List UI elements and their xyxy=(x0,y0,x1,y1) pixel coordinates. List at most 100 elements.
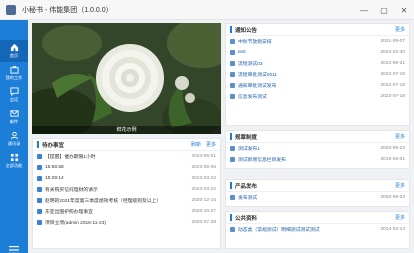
list-item-text: 【提醒】催办期限1小时 xyxy=(45,155,96,160)
list-item-text: 流程审批测试0011 xyxy=(238,73,278,78)
list-item[interactable]: 15:29:14 2023-03-22 xyxy=(33,173,220,184)
contacts-icon xyxy=(10,131,18,140)
list-item-date: 2023-03-22 xyxy=(191,187,216,192)
list-item[interactable]: 东亚出国护照办理事宜 2020-10-27 xyxy=(33,206,220,217)
notices-more-link[interactable]: 更多 xyxy=(395,26,405,33)
close-button[interactable]: ✕ xyxy=(394,0,414,20)
list-item-text: 信息发布测试 xyxy=(238,95,267,100)
todo-title: 待办事宜 xyxy=(42,142,65,149)
list-item-date: 2023-03-22 xyxy=(191,176,216,181)
sidebar-item-my-work[interactable]: 我的工作 xyxy=(0,62,28,84)
list-item[interactable]: 【提醒】催办期限1小时 2023-06-01 xyxy=(33,151,220,162)
maximize-button[interactable]: ▢ xyxy=(374,0,394,20)
list-item[interactable]: 流程审批测试0011 2022-07-19 xyxy=(226,69,409,80)
list-item-date: 2022-09-21 xyxy=(380,61,405,66)
todo-more-link[interactable]: 更多 xyxy=(206,141,216,148)
list-item-text: 发布测试 xyxy=(238,196,258,201)
sidebar: 首页 我的工作 会话 邮件 通讯录 全部功能 xyxy=(0,20,28,253)
section-marker xyxy=(37,141,39,148)
list-item[interactable]: 通知审批测试发布 2022-07-18 xyxy=(226,80,409,91)
sidebar-item-label: 通讯录 xyxy=(7,141,21,146)
list-item[interactable]: 信息发布测试 2022-07-18 xyxy=(226,91,409,102)
list-item-date: 2023-06-01 xyxy=(191,154,216,159)
sidebar-item-chat[interactable]: 会话 xyxy=(0,84,28,106)
list-item-text: 有关购买信托理财的请示 xyxy=(45,188,98,193)
document-icon xyxy=(230,39,235,44)
section-marker xyxy=(230,214,232,221)
list-item-text: test xyxy=(238,50,246,55)
briefcase-icon xyxy=(9,65,19,74)
list-item-text: 项目立项(admin 2016-11-23) xyxy=(45,221,106,226)
document-icon xyxy=(230,146,235,151)
sidebar-item-contacts[interactable]: 通讯录 xyxy=(0,128,28,150)
section-marker xyxy=(230,182,232,189)
sidebar-item-label: 我的工作 xyxy=(5,75,23,80)
list-item-date: 2023-03-30 xyxy=(380,50,405,55)
app-logo-icon xyxy=(6,4,16,15)
list-item-date: 2016-03-01 xyxy=(380,157,405,162)
list-item-text: 15:29:14 xyxy=(45,176,64,181)
list-item[interactable]: 发布测试 2020-09-23 xyxy=(226,192,409,203)
document-icon xyxy=(37,176,42,181)
list-item[interactable]: 15:56:58 2023-05-06 xyxy=(33,162,220,173)
document-icon xyxy=(230,72,235,77)
document-icon xyxy=(37,220,42,225)
list-item[interactable]: 测试发布1 2020-09-23 xyxy=(226,143,409,154)
section-marker xyxy=(230,26,232,33)
todo-refresh-link[interactable]: 刷新 xyxy=(191,141,201,148)
list-item[interactable]: 中秋节放假安排 2021-09-07 xyxy=(226,36,409,47)
document-icon xyxy=(230,61,235,66)
document-icon xyxy=(37,209,42,214)
list-item[interactable]: 流程测试03 2022-09-21 xyxy=(226,58,409,69)
document-icon xyxy=(230,195,235,200)
products-more-link[interactable]: 更多 xyxy=(395,182,405,189)
list-item-text: 测试新增信息栏目发布 xyxy=(238,158,286,163)
rules-more-link[interactable]: 更多 xyxy=(395,133,405,140)
sidebar-item-label: 会话 xyxy=(9,97,19,102)
list-item[interactable]: 项目立项(admin 2016-11-23) 2020-07-28 xyxy=(33,217,220,228)
minimize-button[interactable]: — xyxy=(354,0,374,20)
publicdocs-title: 公共资料 xyxy=(235,215,258,222)
list-item-text: 东亚出国护照办理事宜 xyxy=(45,210,93,215)
list-item[interactable]: 测试新增信息栏目发布 2016-03-01 xyxy=(226,154,409,165)
list-item-text: 赵明的2021年度第三季度绩效考核（经理级别及以上） xyxy=(45,199,162,204)
sidebar-item-label: 全部功能 xyxy=(5,163,23,168)
publicdocs-more-link[interactable]: 更多 xyxy=(395,214,405,221)
app-window: 小秘书 - 伟能集团（1.0.0.0） — ▢ ✕ 首页 我的工作 会话 邮件 … xyxy=(0,0,414,253)
document-icon xyxy=(230,157,235,162)
todo-list: 【提醒】催办期限1小时 2023-06-01 15:56:58 2023-05-06 1… xyxy=(33,151,220,228)
list-item[interactable]: 赵明的2021年度第三季度绩效考核（经理级别及以上） 2020-12-15 xyxy=(33,195,220,206)
list-item-text: 15:56:58 xyxy=(45,165,64,170)
document-icon xyxy=(230,50,235,55)
list-item-text: 通知审批测试发布 xyxy=(238,84,277,89)
list-item-date: 2020-09-23 xyxy=(380,146,405,151)
document-icon xyxy=(37,165,42,170)
list-item-date: 2022-07-19 xyxy=(380,72,405,77)
document-icon xyxy=(230,94,235,99)
list-item-text: 流程测试03 xyxy=(238,62,263,67)
apps-icon xyxy=(10,153,18,162)
products-panel: 产品发布 更多 发布测试 2020-09-23 xyxy=(225,179,410,207)
sidebar-item-mail[interactable]: 邮件 xyxy=(0,106,28,128)
list-item-date: 2021-09-07 xyxy=(380,39,405,44)
list-item-date: 2023-05-06 xyxy=(191,165,216,170)
hamburger-menu-icon[interactable] xyxy=(9,241,19,253)
document-icon xyxy=(230,227,235,232)
banner-caption: 鲜花示例 xyxy=(32,126,221,134)
list-item-date: 2014-03-14 xyxy=(380,227,405,232)
rules-list: 测试发布1 2020-09-23 测试新增信息栏目发布 2016-03-01 xyxy=(226,143,409,165)
list-item-date: 2020-12-15 xyxy=(191,198,216,203)
rules-title: 规章制度 xyxy=(235,134,258,141)
notices-panel: 通知公告 更多 中秋节放假安排 2021-09-07 test 2023-03-30 流… xyxy=(225,23,410,126)
list-item[interactable]: test 2023-03-30 xyxy=(226,47,409,58)
sidebar-item-home[interactable]: 首页 xyxy=(0,40,28,62)
document-icon xyxy=(37,187,42,192)
list-item-date: 2022-07-18 xyxy=(380,94,405,99)
chat-icon xyxy=(9,87,19,96)
list-item-date: 2022-07-18 xyxy=(380,83,405,88)
banner-image[interactable]: 鲜花示例 xyxy=(32,23,221,134)
sidebar-item-all-functions[interactable]: 全部功能 xyxy=(0,150,28,172)
list-item[interactable]: 有关购买信托理财的请示 2023-03-22 xyxy=(33,184,220,195)
notices-list: 中秋节放假安排 2021-09-07 test 2023-03-30 流程测试03 202… xyxy=(226,36,409,102)
list-item[interactable]: 动态类（常规测试）明细测试测试测试 2014-03-14 xyxy=(226,224,409,235)
